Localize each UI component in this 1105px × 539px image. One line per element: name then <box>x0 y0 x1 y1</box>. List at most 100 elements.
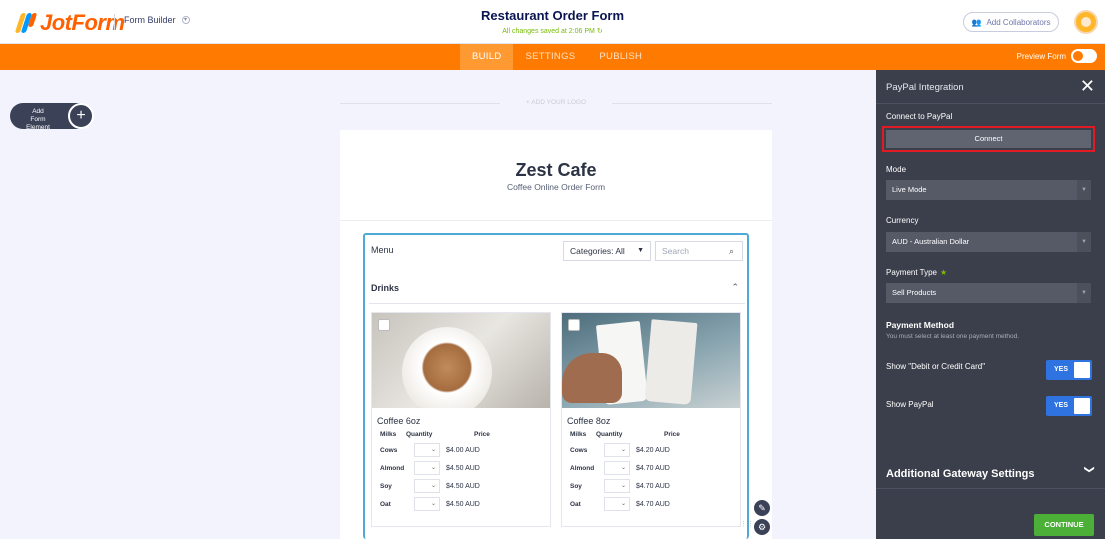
milk-label: Oat <box>570 500 581 508</box>
form-card: Zest Cafe Coffee Online Order Form Menu … <box>340 130 772 539</box>
option-row: Soy ⌄ $4.50 AUD <box>380 477 550 495</box>
column-header: Price <box>664 431 680 438</box>
milk-label: Cows <box>380 446 398 454</box>
tab-publish[interactable]: PUBLISH <box>587 44 654 70</box>
paypal-integration-panel: PayPal Integration ✕ Connect to PayPal C… <box>876 70 1105 539</box>
additional-gateway-settings[interactable]: Additional Gateway Settings <box>886 468 1035 480</box>
divider <box>340 220 772 221</box>
quantity-select[interactable]: ⌄ <box>604 443 630 457</box>
quantity-select[interactable]: ⌄ <box>414 461 440 475</box>
builder-navbar: BUILD SETTINGS PUBLISH Preview Form <box>0 44 1105 70</box>
connect-button[interactable]: Connect <box>886 130 1091 148</box>
add-form-element-button[interactable]: Add Form Element + <box>10 103 94 131</box>
chevron-down-icon[interactable]: ❯ <box>1083 465 1094 473</box>
connect-label: Connect to PayPal <box>886 112 953 121</box>
divider <box>369 303 745 304</box>
search-placeholder: Search <box>662 246 689 256</box>
product-checkbox[interactable] <box>378 319 390 331</box>
price-label: $4.70 AUD <box>636 500 670 508</box>
continue-button[interactable]: CONTINUE <box>1034 514 1094 536</box>
show-card-toggle[interactable]: YES <box>1046 360 1092 380</box>
product-name: Coffee 6oz <box>377 416 421 426</box>
option-row: Almond ⌄ $4.70 AUD <box>570 459 740 477</box>
avatar-icon[interactable] <box>1074 10 1098 34</box>
search-input[interactable]: Search ⌕ <box>655 241 743 261</box>
top-header: JotForm Form Builder ▾ Restaurant Order … <box>0 0 1105 44</box>
coffee-cup-illustration <box>402 327 492 408</box>
price-label: $4.50 AUD <box>446 482 480 490</box>
quantity-select[interactable]: ⌄ <box>414 443 440 457</box>
show-paypal-label: Show PayPal <box>886 400 934 409</box>
panel-header: PayPal Integration ✕ <box>876 70 1105 104</box>
section-label: Drinks <box>371 283 400 293</box>
form-heading[interactable]: Zest Cafe <box>340 160 772 181</box>
currency-value: AUD - Australian Dollar <box>892 237 970 246</box>
product-card: Coffee 8oz Milks Quantity Price Cows ⌄ $… <box>561 312 741 527</box>
option-row: Soy ⌄ $4.70 AUD <box>570 477 740 495</box>
price-label: $4.50 AUD <box>446 464 480 472</box>
column-header: Quantity <box>596 431 623 438</box>
add-your-logo[interactable]: + ADD YOUR LOGO <box>340 99 772 106</box>
payment-type-text: Payment Type <box>886 268 937 277</box>
payment-method-subtitle: You must select at least one payment met… <box>886 333 1020 340</box>
quantity-select[interactable]: ⌄ <box>604 497 630 511</box>
menu-label: Menu <box>371 245 394 255</box>
product-options: Milks Quantity Price Cows ⌄ $4.00 AUD Al… <box>380 431 550 513</box>
option-row: Oat ⌄ $4.70 AUD <box>570 495 740 513</box>
quantity-select[interactable]: ⌄ <box>414 479 440 493</box>
drag-handle-icon[interactable]: ⋮⋮ <box>740 520 754 528</box>
chevron-up-icon[interactable]: ⌃ <box>731 282 739 293</box>
form-title-block: Restaurant Order Form All changes saved … <box>0 8 1105 35</box>
panel-title: PayPal Integration <box>886 82 964 93</box>
tab-build[interactable]: BUILD <box>460 44 514 70</box>
wrench-icon[interactable]: ✎ <box>754 500 770 516</box>
chevron-down-icon: ▼ <box>1077 180 1091 200</box>
milk-label: Oat <box>380 500 391 508</box>
product-list-widget[interactable]: Menu Categories: All ▼ Search ⌕ Drinks ⌃… <box>363 233 749 539</box>
category-select[interactable]: Categories: All ▼ <box>563 241 651 261</box>
preview-form-toggle[interactable] <box>1071 49 1097 63</box>
gear-icon[interactable]: ⚙ <box>754 519 770 535</box>
tab-settings[interactable]: SETTINGS <box>513 44 587 70</box>
quantity-select[interactable]: ⌄ <box>604 461 630 475</box>
quantity-select[interactable]: ⌄ <box>604 479 630 493</box>
add-collaborators-label: Add Collaborators <box>986 17 1051 27</box>
price-label: $4.00 AUD <box>446 446 480 454</box>
milk-label: Soy <box>570 482 582 490</box>
save-status: All changes saved at 2:06 PM ↻ <box>0 27 1105 35</box>
price-label: $4.70 AUD <box>636 464 670 472</box>
payment-type-label: Payment Type ★ <box>886 268 947 277</box>
option-row: Almond ⌄ $4.50 AUD <box>380 459 550 477</box>
divider <box>876 488 1105 489</box>
nav-tabs: BUILD SETTINGS PUBLISH <box>460 44 654 70</box>
collaborators-icon: 👥 <box>971 17 982 27</box>
currency-select[interactable]: AUD - Australian Dollar ▼ <box>886 232 1091 252</box>
milk-label: Almond <box>570 464 595 472</box>
form-title[interactable]: Restaurant Order Form <box>0 8 1105 23</box>
show-card-label: Show "Debit or Credit Card" <box>886 362 986 371</box>
column-header: Milks <box>380 431 397 438</box>
quantity-select[interactable]: ⌄ <box>414 497 440 511</box>
preview-form[interactable]: Preview Form <box>1017 49 1097 63</box>
payment-type-select[interactable]: Sell Products ▼ <box>886 283 1091 303</box>
milk-label: Cows <box>570 446 588 454</box>
product-checkbox[interactable] <box>568 319 580 331</box>
form-subheading: Coffee Online Order Form <box>506 182 606 192</box>
payment-type-value: Sell Products <box>892 288 937 297</box>
chevron-down-icon: ▼ <box>1077 283 1091 303</box>
options-header: Milks Quantity Price <box>380 431 550 441</box>
star-icon: ★ <box>940 268 948 277</box>
product-card: Coffee 6oz Milks Quantity Price Cows ⌄ $… <box>371 312 551 527</box>
milk-label: Soy <box>380 482 392 490</box>
preview-form-label: Preview Form <box>1016 51 1066 61</box>
show-paypal-toggle[interactable]: YES <box>1046 396 1092 416</box>
mode-select[interactable]: Live Mode ▼ <box>886 180 1091 200</box>
mode-value: Live Mode <box>892 185 927 194</box>
milk-label: Almond <box>380 464 405 472</box>
add-form-element-label: Add Form Element <box>26 108 50 131</box>
category-select-value: Categories: All <box>570 246 625 256</box>
add-collaborators-button[interactable]: 👥 Add Collaborators <box>963 12 1059 32</box>
chevron-down-icon: ▼ <box>1077 232 1091 252</box>
price-label: $4.20 AUD <box>636 446 670 454</box>
close-icon[interactable]: ✕ <box>1080 76 1095 97</box>
